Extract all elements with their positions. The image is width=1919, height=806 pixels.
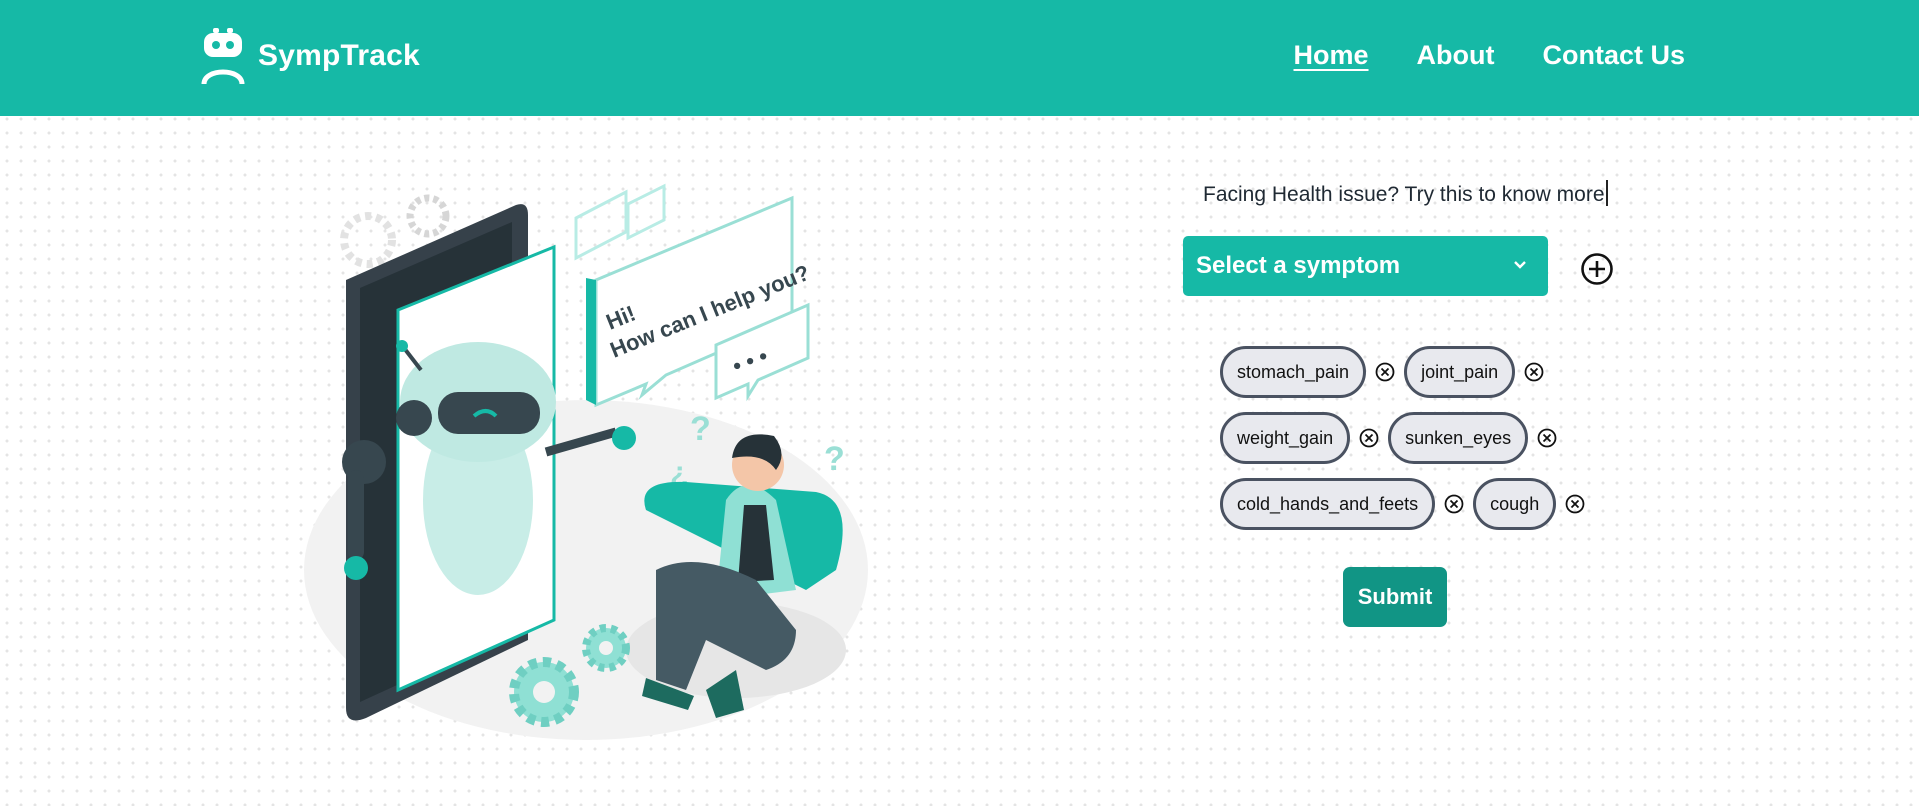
nav-about[interactable]: About	[1417, 40, 1495, 71]
nav-home[interactable]: Home	[1294, 40, 1369, 71]
chatbot-illustration: Hi! How can I help you? • • • ? ¿ ?	[304, 183, 868, 740]
nav-contact[interactable]: Contact Us	[1542, 40, 1685, 71]
text-caret	[1605, 180, 1608, 206]
remove-circle-icon[interactable]	[1443, 493, 1465, 515]
symptom-select[interactable]: Select a symptom	[1183, 236, 1548, 296]
symptom-chip: stomach_pain	[1220, 346, 1367, 398]
remove-circle-icon[interactable]	[1523, 361, 1545, 383]
remove-circle-icon[interactable]	[1564, 493, 1586, 515]
chip-row: cold_hands_and_feets cough	[1220, 478, 1640, 530]
prompt-text: Facing Health issue? Try this to know mo…	[1203, 180, 1608, 207]
symptom-chip: cold_hands_and_feets	[1220, 478, 1436, 530]
svg-text:?: ?	[824, 440, 845, 478]
brand[interactable]: SympTrack	[200, 28, 420, 84]
plus-circle-icon[interactable]	[1580, 252, 1614, 286]
remove-circle-icon[interactable]	[1358, 427, 1380, 449]
symptom-select-label: Select a symptom	[1196, 252, 1401, 279]
remove-circle-icon[interactable]	[1374, 361, 1396, 383]
chip-row: stomach_pain joint_pain	[1220, 346, 1640, 398]
robot-icon	[201, 28, 245, 84]
submit-button[interactable]: Submit	[1343, 567, 1447, 627]
selected-symptoms: stomach_pain joint_pain weight_gain sunk…	[1220, 346, 1640, 544]
navbar: SympTrack Home About Contact Us	[0, 0, 1919, 116]
symptom-chip: joint_pain	[1404, 346, 1516, 398]
svg-text:?: ?	[690, 410, 711, 448]
chevron-down-icon	[1514, 261, 1526, 269]
symptom-chip: weight_gain	[1220, 412, 1351, 464]
symptom-chip: sunken_eyes	[1388, 412, 1529, 464]
brand-name: SympTrack	[258, 39, 420, 72]
remove-circle-icon[interactable]	[1536, 427, 1558, 449]
nav-links: Home About Contact Us	[1294, 40, 1686, 71]
chip-row: weight_gain sunken_eyes	[1220, 412, 1640, 464]
symptom-chip: cough	[1473, 478, 1557, 530]
